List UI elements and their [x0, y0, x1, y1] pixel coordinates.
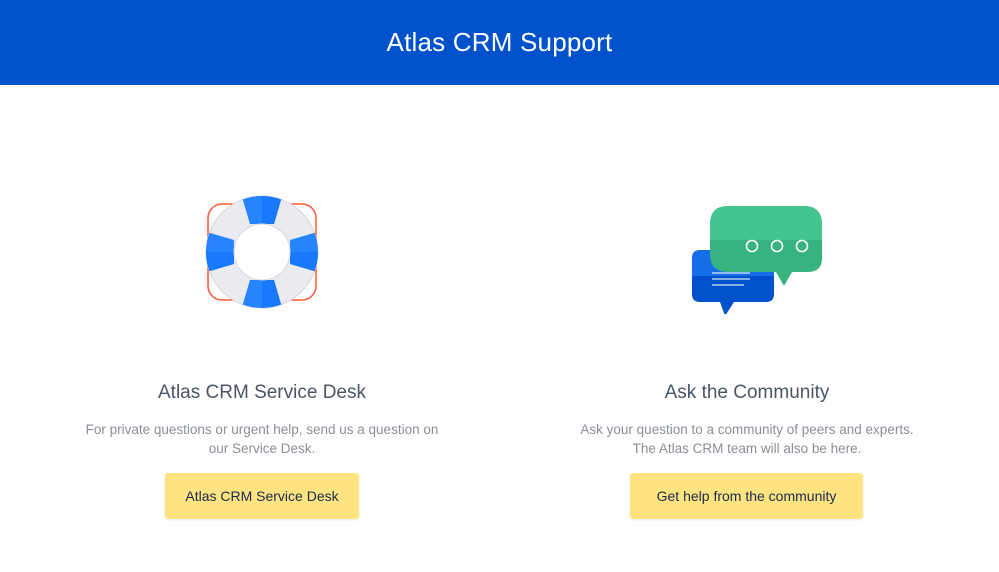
page-title: Atlas CRM Support [386, 27, 613, 57]
community-description-line2: The Atlas CRM team will also be here. [632, 441, 862, 456]
page-header: Atlas CRM Support [0, 0, 999, 85]
community-card: Ask the Community Ask your question to a… [547, 190, 947, 519]
service-desk-card: Atlas CRM Service Desk For private quest… [62, 190, 462, 519]
service-desk-description: For private questions or urgent help, se… [62, 420, 462, 458]
community-title: Ask the Community [664, 382, 830, 403]
service-desk-button[interactable]: Atlas CRM Service Desk [165, 473, 359, 519]
service-desk-title: Atlas CRM Service Desk [158, 382, 366, 403]
community-button[interactable]: Get help from the community [630, 473, 863, 519]
service-desk-description-line2: our Service Desk. [208, 441, 316, 456]
chat-bubbles-icon [547, 190, 947, 340]
community-description: Ask your question to a community of peer… [547, 420, 947, 458]
community-description-line1: Ask your question to a community of peer… [580, 422, 914, 437]
lifebuoy-icon [62, 190, 462, 340]
service-desk-description-line1: For private questions or urgent help, se… [85, 422, 439, 437]
